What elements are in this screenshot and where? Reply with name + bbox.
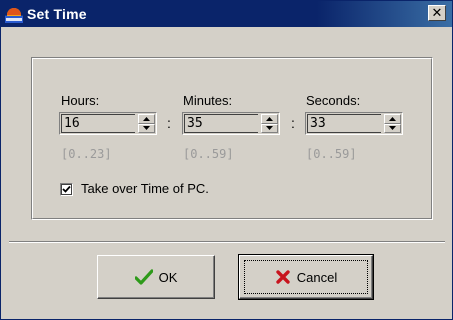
arrow-down-icon xyxy=(389,126,396,131)
checkmark-box-icon xyxy=(62,185,71,193)
cancel-label: Cancel xyxy=(296,269,338,285)
seconds-down-button[interactable] xyxy=(384,123,401,133)
hours-spinbox: 16 xyxy=(59,112,157,135)
cancel-button[interactable]: Cancel xyxy=(238,254,374,300)
red-x-icon xyxy=(276,270,290,284)
hours-label: Hours: xyxy=(61,93,100,108)
arrow-down-icon xyxy=(266,126,273,131)
hours-down-button[interactable] xyxy=(138,123,155,133)
ok-button[interactable]: OK xyxy=(97,255,215,299)
arrow-up-icon xyxy=(389,116,396,121)
seconds-range-hint: [0..59] xyxy=(306,147,357,161)
minutes-up-button[interactable] xyxy=(261,114,278,124)
take-over-time-checkbox[interactable] xyxy=(60,183,73,196)
title-bar[interactable]: Set Time ✕ xyxy=(1,1,452,27)
separator-line xyxy=(9,241,445,243)
hours-up-button[interactable] xyxy=(138,114,155,124)
ok-label: OK xyxy=(158,269,178,285)
seconds-spin-arrows xyxy=(384,114,401,133)
seconds-spinbox: 33 xyxy=(305,112,403,135)
set-time-dialog: Set Time ✕ Hours: Minutes: Seconds: 16 :… xyxy=(0,0,453,320)
minutes-seconds-separator: : xyxy=(291,115,295,131)
hours-range-hint: [0..23] xyxy=(61,147,112,161)
minutes-spin-arrows xyxy=(261,114,278,133)
minutes-label: Minutes: xyxy=(183,93,233,108)
minutes-range-hint: [0..59] xyxy=(183,147,234,161)
take-over-time-label[interactable]: Take over Time of PC. xyxy=(81,181,209,196)
clock-app-icon xyxy=(5,5,23,23)
seconds-input[interactable]: 33 xyxy=(307,114,381,133)
minutes-spinbox: 35 xyxy=(182,112,280,135)
arrow-up-icon xyxy=(266,116,273,121)
hours-minutes-separator: : xyxy=(167,115,171,131)
arrow-down-icon xyxy=(143,126,150,131)
window-title: Set Time xyxy=(27,6,87,22)
checkmark-icon xyxy=(134,269,153,285)
seconds-label: Seconds: xyxy=(306,93,361,108)
hours-input[interactable]: 16 xyxy=(61,114,135,133)
close-icon: ✕ xyxy=(431,5,443,21)
arrow-up-icon xyxy=(143,116,150,121)
minutes-down-button[interactable] xyxy=(261,123,278,133)
minutes-input[interactable]: 35 xyxy=(184,114,258,133)
close-button[interactable]: ✕ xyxy=(428,5,446,21)
seconds-up-button[interactable] xyxy=(384,114,401,124)
hours-spin-arrows xyxy=(138,114,155,133)
